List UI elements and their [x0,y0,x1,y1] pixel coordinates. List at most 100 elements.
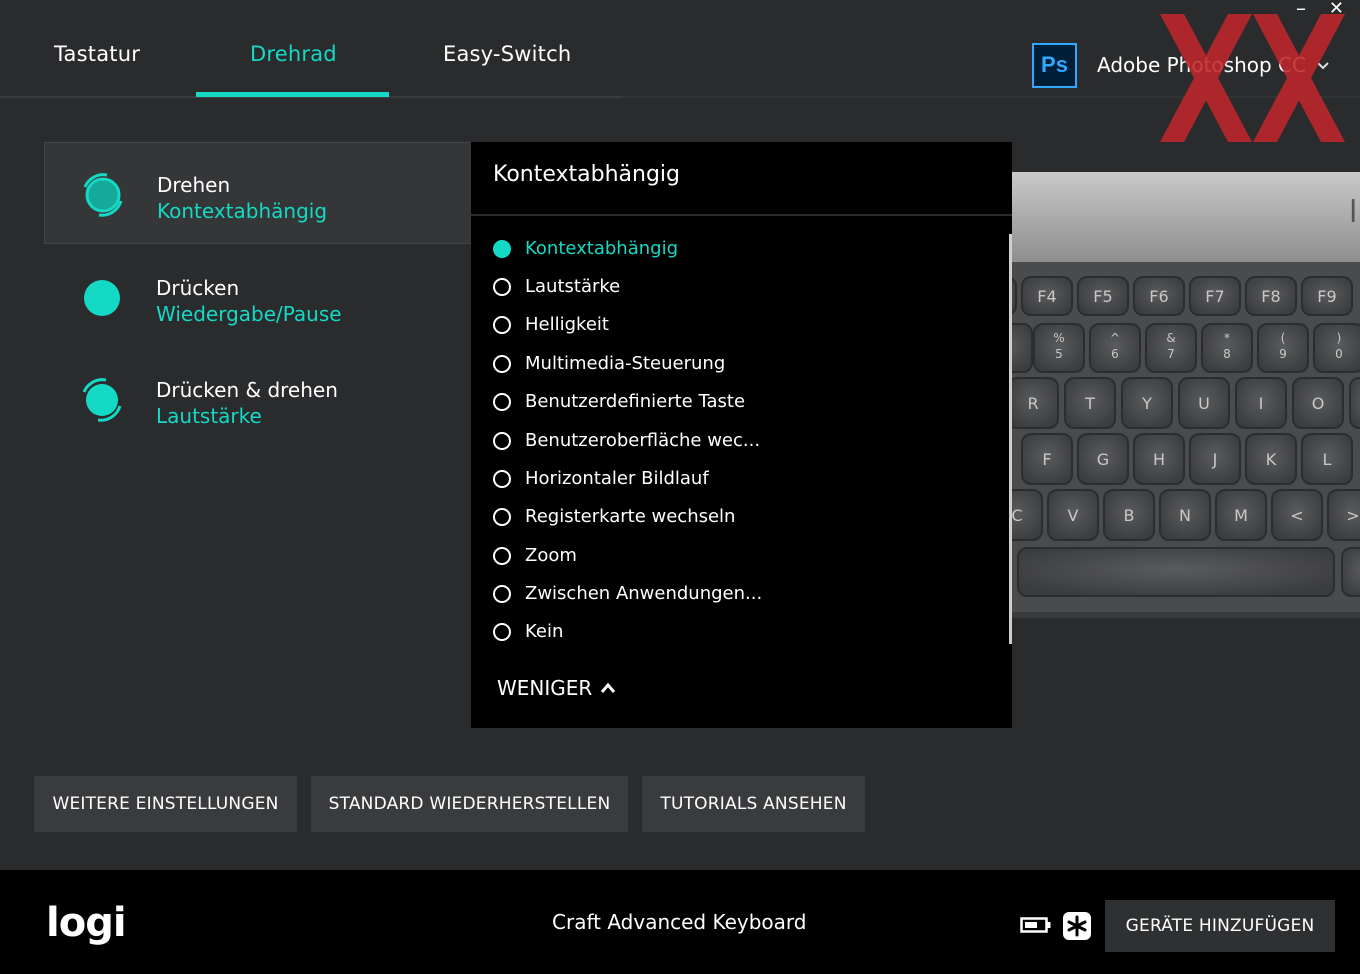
option-label: Horizontaler Bildlauf [525,468,709,489]
setting-title: Drehen [157,173,231,197]
svg-text:F7: F7 [1205,287,1224,306]
option-label: Lautstärke [525,276,621,297]
svg-text:L: L [1323,450,1332,469]
svg-text:0: 0 [1335,347,1343,361]
keyboard-fn-key: F4 [1021,276,1073,316]
svg-text:N: N [1179,506,1191,525]
svg-text:F5: F5 [1093,287,1112,306]
setting-druecken[interactable]: Drücken Wiedergabe/Pause [44,246,474,348]
keyboard-image: l F4 F5 F6 F7 F8 F9%5^6&7*8(9)0R T Y U I OF G H J K LC V… [1012,172,1360,618]
svg-text:I: I [1259,394,1264,413]
svg-text:6: 6 [1111,347,1119,361]
photoshop-icon: Ps [1032,42,1077,88]
setting-drehen[interactable]: Drehen Kontextabhängig [44,142,474,244]
active-tab-indicator [196,92,389,97]
keyboard-letter-key: O [1292,377,1344,429]
svg-text:F9: F9 [1317,287,1336,306]
more-settings-button[interactable]: WEITERE EINSTELLUNGEN [34,776,297,832]
option-horizontaler-bildlauf[interactable]: Horizontaler Bildlauf [493,468,709,489]
option-benutzeroberflaeche[interactable]: Benutzeroberfläche wec... [493,430,760,451]
battery-icon [1020,917,1051,933]
setting-value: Lautstärke [156,404,262,428]
option-lautstaerke[interactable]: Lautstärke [493,276,620,297]
keyboard-letter-key: F [1021,433,1073,485]
svg-text:>: > [1346,506,1359,525]
keyboard-letter-key: U [1178,377,1230,429]
minimize-button[interactable]: – [1296,0,1306,20]
show-less-button[interactable]: WENIGER [497,676,616,700]
dropdown-title: Kontextabhängig [493,162,681,187]
tutorials-button[interactable]: TUTORIALS ANSEHEN [642,776,865,832]
keyboard-key [1349,377,1360,429]
unifying-receiver-icon [1063,912,1091,940]
logi-logo: logi [46,900,127,946]
dropdown-divider [471,214,1012,216]
option-label: Registerkarte wechseln [525,506,736,527]
option-label: Kein [525,621,564,642]
app-selector[interactable]: Ps Adobe Photoshop CC [1032,42,1330,88]
chevron-up-icon [601,682,616,693]
option-zwischen-anwendungen[interactable]: Zwischen Anwendungen... [493,583,762,604]
option-registerkarte[interactable]: Registerkarte wechseln [493,506,735,527]
svg-text:&: & [1166,331,1175,345]
option-benutzerdefinierte-taste[interactable]: Benutzerdefinierte Taste [493,391,745,412]
add-devices-button[interactable]: GERÄTE HINZUFÜGEN [1105,900,1335,952]
svg-text:G: G [1097,450,1109,469]
tab-easy-switch[interactable]: Easy-Switch [443,42,571,66]
setting-title: Drücken [156,276,240,300]
setting-druecken-drehen[interactable]: Drücken & drehen Lautstärke [44,348,474,450]
radio-icon [493,546,511,565]
option-multimedia[interactable]: Multimedia-Steuerung [493,353,725,374]
svg-text:): ) [1337,331,1342,345]
option-helligkeit[interactable]: Helligkeit [493,314,609,335]
close-button[interactable]: ✕ [1329,0,1344,19]
radio-icon [493,315,511,334]
svg-text:F6: F6 [1149,287,1168,306]
keyboard-letter-key: N [1159,489,1211,541]
option-label: Helligkeit [525,314,609,335]
keyboard-letter-key: < [1271,489,1323,541]
keyboard-letter-key: M [1215,489,1267,541]
option-kontextabhaengig[interactable]: Kontextabhängig [493,238,678,259]
radio-icon [493,507,511,526]
keyboard-letter-key: I [1235,377,1287,429]
radio-selected-icon [493,239,511,258]
option-label: Kontextabhängig [525,238,679,259]
keyboard-letter-key: C [1012,489,1043,541]
svg-text:Y: Y [1141,394,1152,413]
svg-text:5: 5 [1055,347,1063,361]
option-label: Benutzeroberfläche wec... [525,430,761,451]
keyboard-letter-key: J [1189,433,1241,485]
svg-text:<: < [1290,506,1303,525]
option-label: Benutzerdefinierte Taste [525,391,746,412]
option-zoom[interactable]: Zoom [493,545,577,566]
svg-text:K: K [1266,450,1277,469]
keyboard-number-key: %5 [1033,323,1085,373]
keyboard-fn-key: F7 [1189,276,1241,316]
svg-text:9: 9 [1279,347,1287,361]
svg-text:F8: F8 [1261,287,1280,306]
keyboard-number-key: &7 [1145,323,1197,373]
header-divider [622,96,1360,98]
keyboard-number-key: )0 [1313,323,1360,373]
keyboard-letter-key: Y [1121,377,1173,429]
option-kein[interactable]: Kein [493,621,563,642]
restore-defaults-button[interactable]: STANDARD WIEDERHERSTELLEN [311,776,628,832]
svg-text:V: V [1068,506,1079,525]
keyboard-number-key: *8 [1201,323,1253,373]
scrollbar[interactable] [1009,234,1012,644]
setting-value: Kontextabhängig [157,199,328,223]
radio-icon [493,469,511,488]
tab-drehrad[interactable]: Drehrad [250,42,337,66]
keyboard-letter-key: > [1327,489,1360,541]
keyboard-fn-key: F8 [1245,276,1297,316]
tab-tastatur[interactable]: Tastatur [54,42,140,66]
tab-bar: Tastatur Drehrad Easy-Switch [0,0,622,98]
svg-text:^: ^ [1110,331,1120,345]
keyboard-letter-key: K [1245,433,1297,485]
option-label: Zoom [525,545,577,566]
keyboard-number-key: (9 [1257,323,1309,373]
radio-icon [493,392,511,411]
keyboard-letter-key: T [1064,377,1116,429]
keyboard-fn-key: F9 [1301,276,1353,316]
